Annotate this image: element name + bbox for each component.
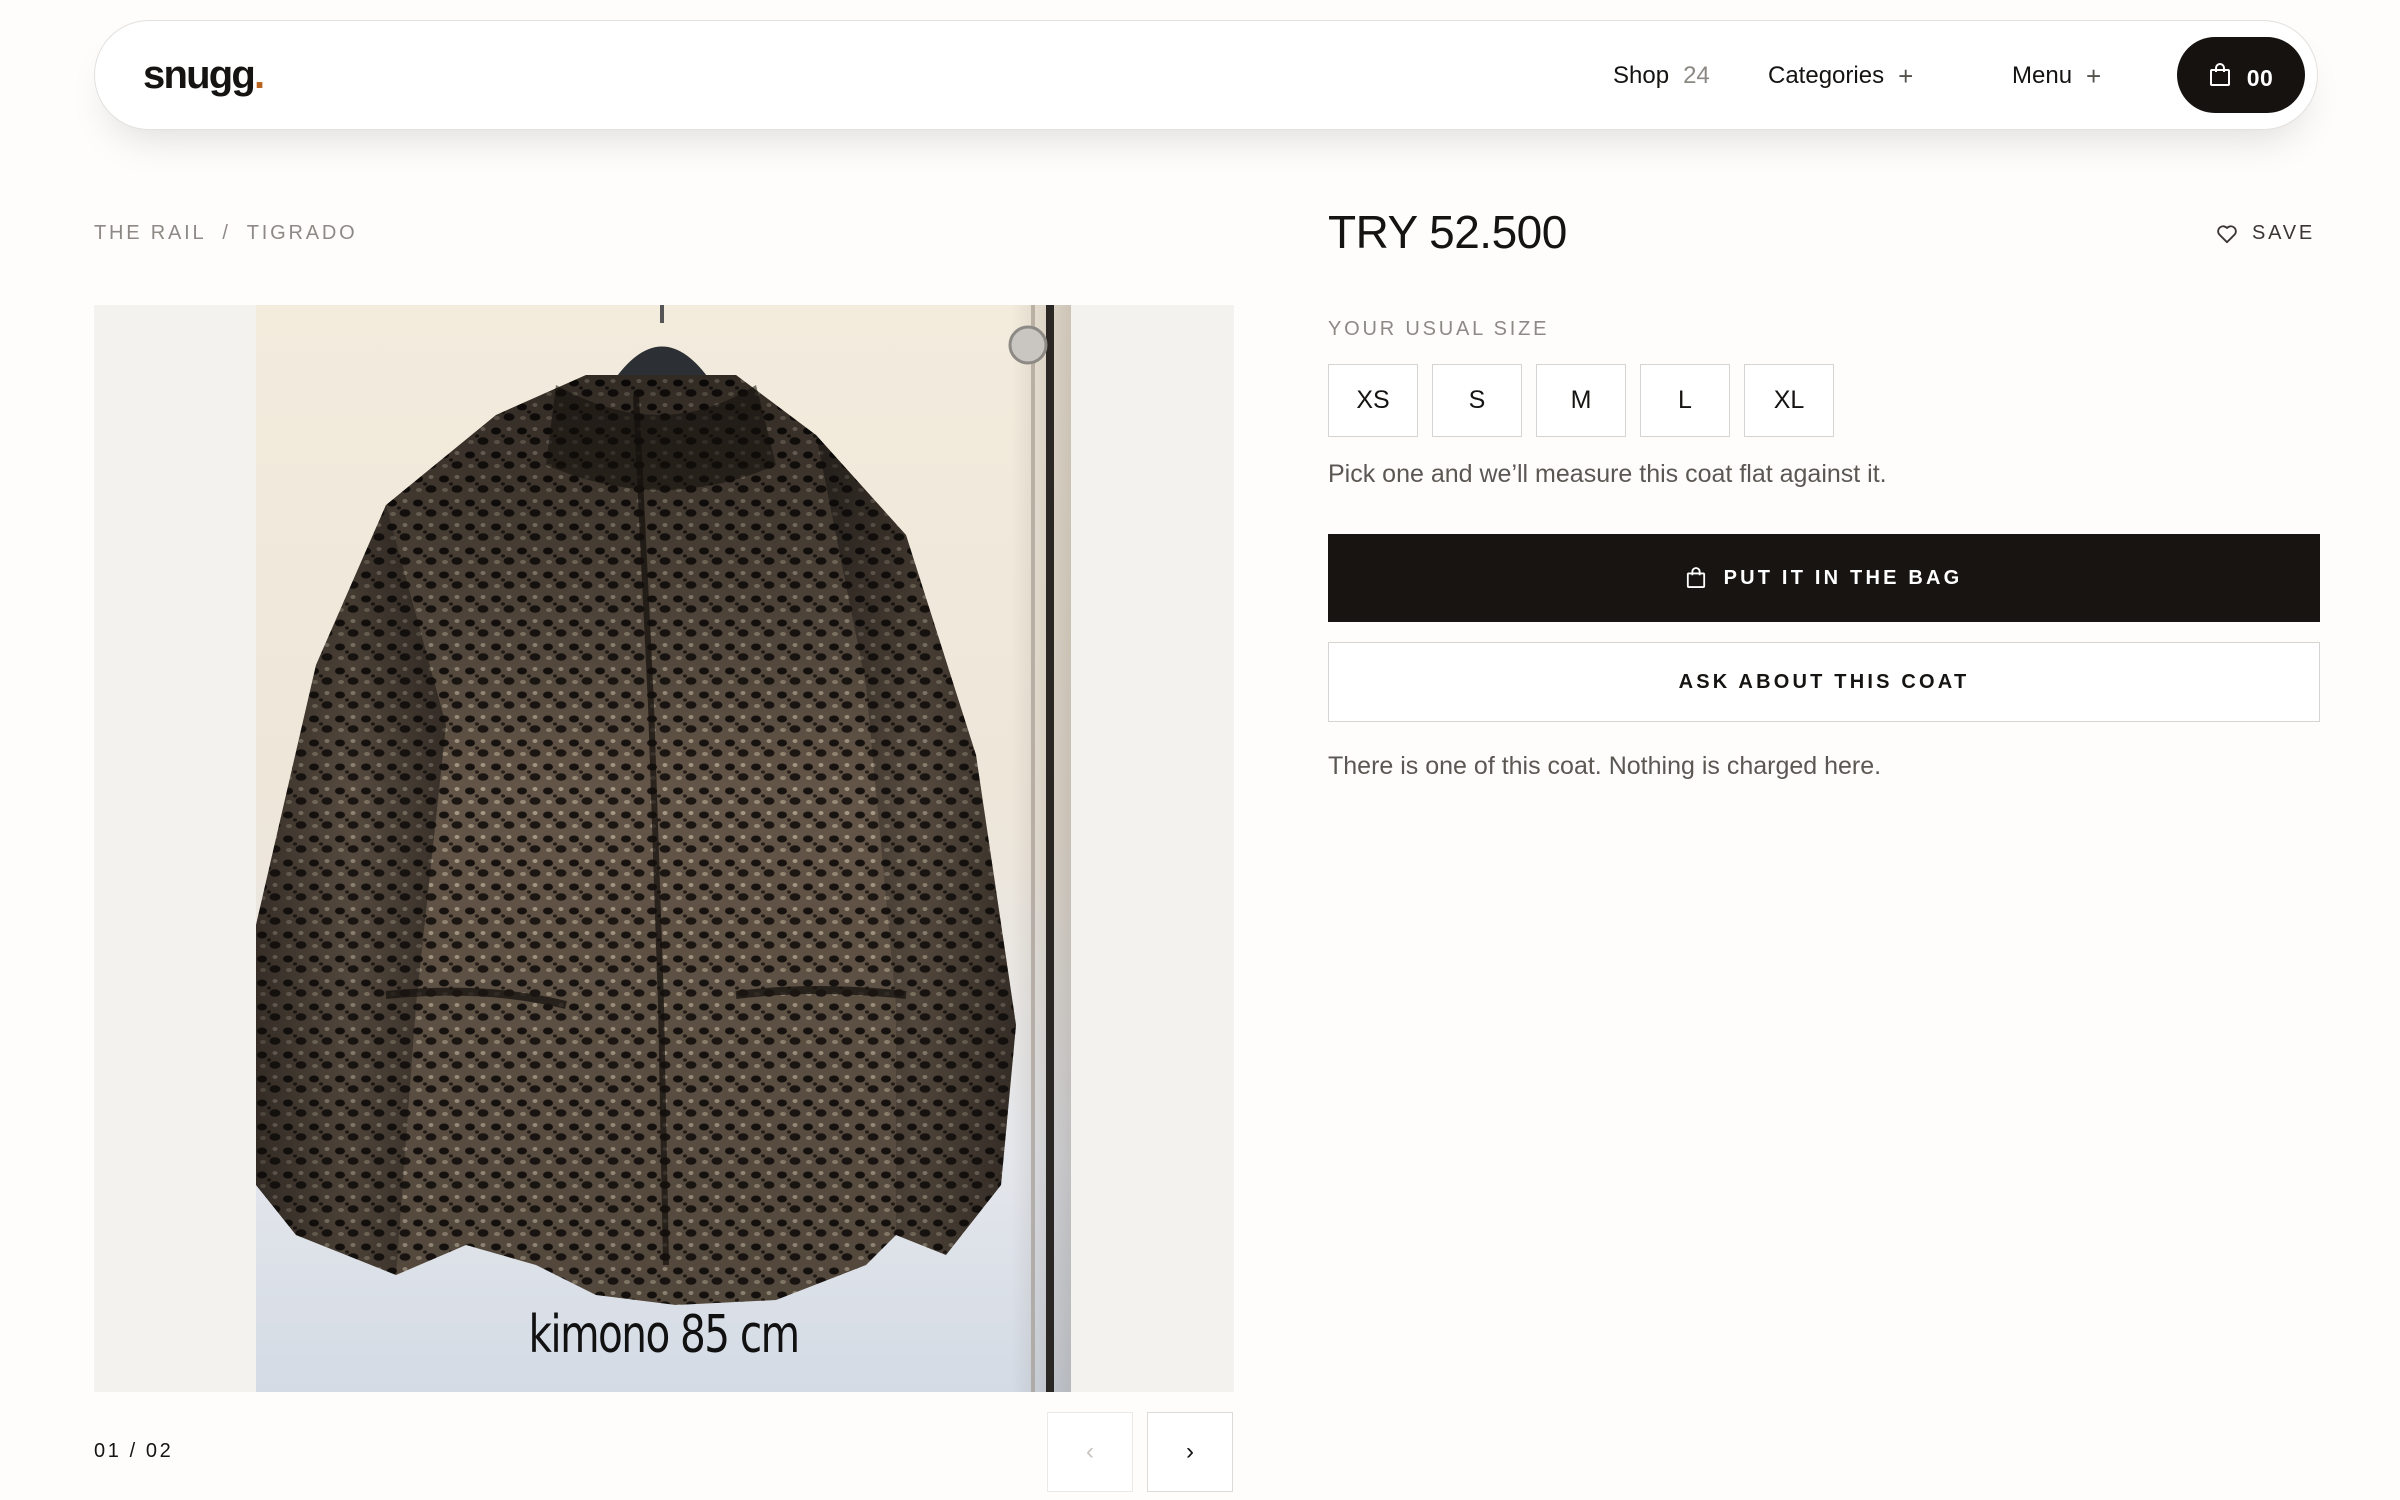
chevron-right-icon: › <box>1186 1438 1194 1465</box>
size-heading: YOUR USUAL SIZE <box>1328 318 1550 340</box>
chevron-left-icon: ‹ <box>1086 1438 1094 1465</box>
gallery-prev-button[interactable]: ‹ <box>1047 1412 1133 1492</box>
cart-count: 00 <box>2246 64 2274 91</box>
nav-categories[interactable]: Categories + <box>1768 21 1913 131</box>
nav-categories-label: Categories <box>1768 62 1885 89</box>
save-button[interactable]: SAVE <box>2216 222 2315 245</box>
add-to-bag-label: PUT IT IN THE BAG <box>1723 566 1963 589</box>
nav-shop[interactable]: Shop 24 <box>1613 21 1710 131</box>
ask-about-coat-button[interactable]: ASK ABOUT THIS COAT <box>1328 642 2320 722</box>
size-option-l[interactable]: L <box>1640 364 1730 437</box>
breadcrumb: THE RAIL / TIGRADO <box>94 222 358 245</box>
bag-icon <box>1686 567 1705 588</box>
ask-label: ASK ABOUT THIS COAT <box>1678 670 1970 693</box>
size-option-xs[interactable]: XS <box>1328 364 1418 437</box>
size-option-s[interactable]: S <box>1432 364 1522 437</box>
size-selector: XS S M L XL <box>1328 364 1834 437</box>
nav-menu-label: Menu <box>2012 62 2073 89</box>
cart-button[interactable]: 00 <box>2177 37 2305 113</box>
heart-icon <box>2217 224 2237 243</box>
breadcrumb-item-rail[interactable]: THE RAIL <box>94 222 206 245</box>
product-photo: kimono 85 cm <box>256 305 1071 1392</box>
nav-menu[interactable]: Menu + <box>2012 21 2101 131</box>
photo-caption: kimono 85 cm <box>528 1305 800 1365</box>
nav-shop-count: 24 <box>1683 62 1710 89</box>
nav-shop-label: Shop <box>1613 62 1670 89</box>
plus-icon: + <box>1898 60 1914 91</box>
availability-note: There is one of this coat. Nothing is ch… <box>1328 752 1882 780</box>
save-label: SAVE <box>2252 222 2316 244</box>
breadcrumb-item-current: TIGRADO <box>246 222 358 244</box>
site-logo[interactable]: snugg. <box>143 53 265 97</box>
gallery-next-button[interactable]: › <box>1147 1412 1233 1492</box>
bag-icon <box>2209 63 2230 86</box>
product-price: TRY 52.500 <box>1328 206 1567 258</box>
gallery-pager: 01 / 02 <box>94 1440 174 1462</box>
fur-coat-illustration <box>256 305 1054 1392</box>
logo-dot: . <box>253 53 265 97</box>
size-option-m[interactable]: M <box>1536 364 1626 437</box>
size-option-xl[interactable]: XL <box>1744 364 1834 437</box>
site-header: snugg. Shop 24 Categories + Menu + 00 <box>94 20 2318 130</box>
add-to-bag-button[interactable]: PUT IT IN THE BAG <box>1328 534 2320 622</box>
breadcrumb-separator: / <box>222 222 231 244</box>
product-gallery[interactable]: kimono 85 cm <box>94 305 1234 1392</box>
logo-text: snugg <box>143 53 256 97</box>
size-hint: Pick one and we’ll measure this coat fla… <box>1328 460 1887 488</box>
plus-icon: + <box>2086 60 2102 91</box>
